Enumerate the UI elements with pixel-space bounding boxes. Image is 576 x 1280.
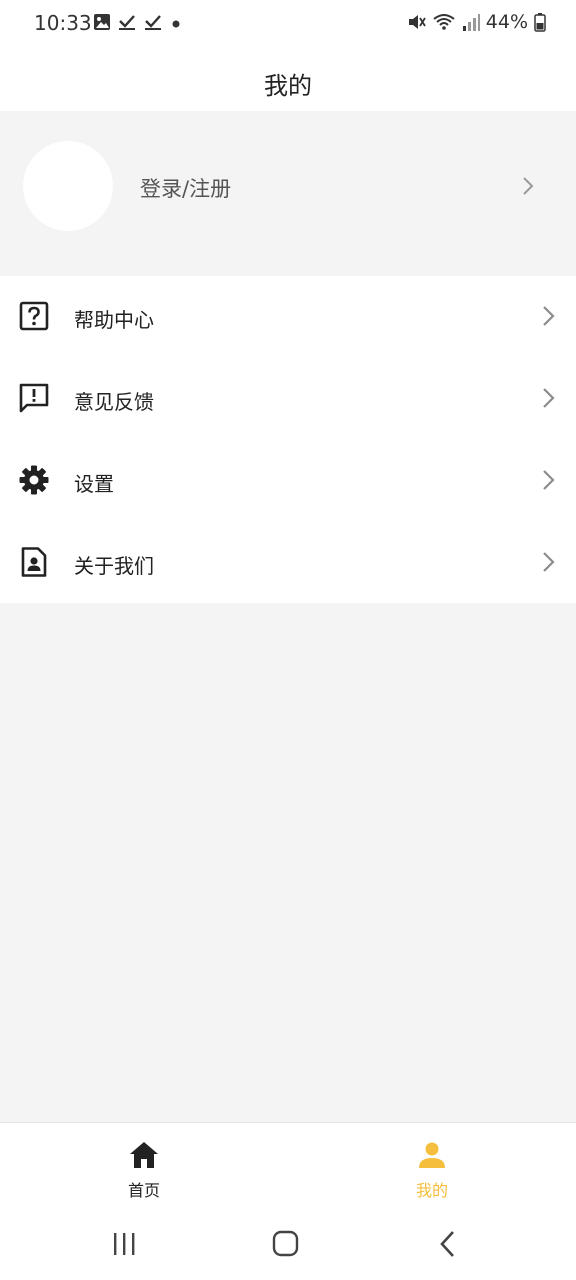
avatar[interactable] (23, 141, 113, 231)
page-title: 我的 (264, 72, 312, 100)
tab-home[interactable]: 首页 (84, 1139, 204, 1201)
battery-percent: 44% (485, 11, 528, 33)
feedback-icon (19, 383, 49, 413)
bottom-tab-bar: 首页 我的 (0, 1122, 576, 1211)
title-bar: 我的 (0, 48, 576, 111)
home-button-icon[interactable] (268, 1228, 304, 1260)
menu-item-settings[interactable]: 设置 (0, 440, 576, 522)
tab-mine[interactable]: 我的 (372, 1139, 492, 1201)
battery-icon (534, 13, 546, 32)
chevron-right-icon (543, 470, 555, 490)
status-bar: 10:33 44% (0, 0, 576, 48)
system-nav-bar (0, 1210, 576, 1280)
profile-card[interactable]: 登录/注册 (0, 111, 576, 276)
status-notifications (93, 13, 183, 31)
home-icon (130, 1142, 158, 1168)
status-system-icons: 44% (406, 11, 546, 33)
chevron-right-icon (523, 177, 534, 195)
gear-icon (19, 465, 49, 495)
signal-icon (462, 14, 480, 31)
recent-apps-icon[interactable] (106, 1228, 142, 1260)
menu-item-about-us[interactable]: 关于我们 (0, 522, 576, 604)
check-download-icon (145, 15, 161, 30)
image-icon (94, 14, 110, 30)
tab-label: 我的 (415, 1181, 448, 1200)
menu-item-label: 帮助中心 (74, 308, 154, 332)
dot-icon (172, 20, 180, 28)
menu-item-label: 关于我们 (74, 554, 154, 578)
contact-file-icon (21, 547, 47, 577)
chevron-right-icon (543, 552, 555, 572)
tab-label: 首页 (127, 1181, 160, 1200)
chevron-right-icon (543, 306, 555, 326)
menu-item-feedback[interactable]: 意见反馈 (0, 358, 576, 440)
back-icon[interactable] (430, 1228, 466, 1260)
login-register-link[interactable]: 登录/注册 (140, 173, 231, 203)
chevron-right-icon (543, 388, 555, 408)
person-icon (419, 1142, 445, 1168)
menu-item-label: 设置 (74, 472, 114, 496)
status-time: 10:33 (34, 11, 92, 35)
menu-list: 帮助中心 意见反馈 设置 关于我们 (0, 276, 576, 603)
menu-item-help-center[interactable]: 帮助中心 (0, 276, 576, 358)
help-icon (19, 301, 49, 331)
mute-icon (408, 15, 426, 29)
check-download-icon (119, 15, 135, 30)
wifi-icon (433, 14, 455, 30)
menu-item-label: 意见反馈 (74, 390, 154, 414)
